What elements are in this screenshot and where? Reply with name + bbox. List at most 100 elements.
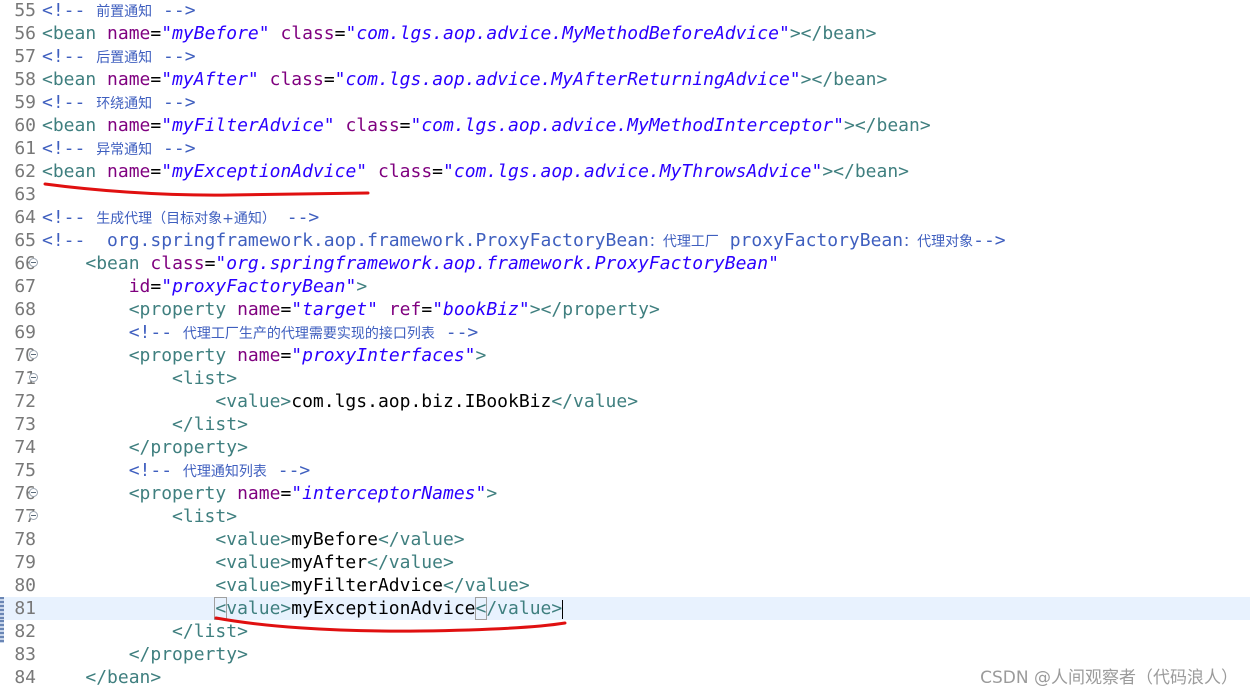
code-token: </value> — [442, 575, 530, 596]
code-token: <!-- — [42, 207, 97, 228]
code-token: <!-- — [42, 46, 97, 67]
code-line-56[interactable]: 56 <bean name="myBefore" class="com.lgs.a… — [0, 22, 1250, 45]
code-line-78[interactable]: 78 <value>myBefore</value> — [0, 528, 1250, 551]
code-token: </property> — [128, 437, 248, 458]
code-text: <value>myAfter</value> — [42, 551, 453, 574]
code-text: </list> — [42, 413, 248, 436]
line-number: 79 — [14, 552, 36, 573]
code-line-61[interactable]: 61 <!-- 异常通知 --> — [0, 137, 1250, 160]
code-line-58[interactable]: 58 <bean name="myAfter" class="com.lgs.ao… — [0, 68, 1250, 91]
code-line-81[interactable]: 81 <value>myExceptionAdvice</value> — [0, 597, 1250, 620]
code-token: 后置通知 — [96, 50, 153, 66]
code-line-73[interactable]: 73 </list> — [0, 413, 1250, 436]
code-line-66[interactable]: 66 <bean class="org.springframework.aop.… — [0, 252, 1250, 275]
code-line-70[interactable]: 70 <property name="proxyInterfaces"> — [0, 344, 1250, 367]
code-token: class — [280, 23, 335, 44]
code-line-82[interactable]: 82 </list> — [0, 620, 1250, 643]
line-number: 55 — [14, 0, 36, 21]
code-line-64[interactable]: 64 <!-- 生成代理（目标对象+通知） --> — [0, 206, 1250, 229]
code-token: 异常通知 — [96, 142, 153, 158]
fold-toggle-icon[interactable] — [29, 258, 38, 267]
line-number: 59 — [14, 92, 36, 113]
code-text: <property name="interceptorNames"> — [42, 482, 498, 505]
code-text: <!-- org.springframework.aop.framework.P… — [42, 229, 1006, 254]
code-token: name — [237, 299, 281, 320]
code-token: < — [474, 597, 488, 620]
code-token: = — [204, 253, 216, 274]
code-line-69[interactable]: 69 <!-- 代理工厂生产的代理需要实现的接口列表 --> — [0, 321, 1250, 344]
code-line-57[interactable]: 57 <!-- 后置通知 --> — [0, 45, 1250, 68]
code-token: "com.lgs.aop.advice.MyMethodBeforeAdvice… — [345, 23, 790, 44]
code-token: ：代理工厂 — [648, 234, 719, 250]
fold-toggle-icon[interactable] — [29, 373, 38, 382]
line-number: 69 — [14, 322, 36, 343]
code-text: <list> — [42, 367, 237, 390]
line-number: 83 — [14, 644, 36, 665]
code-text: <property name="target" ref="bookBiz"></… — [42, 298, 660, 321]
code-token: <bean — [42, 69, 108, 90]
code-token: <value> — [215, 552, 292, 573]
code-text: <bean name="myAfter" class="com.lgs.aop.… — [42, 68, 887, 91]
code-token: myFilterAdvice — [291, 575, 443, 596]
code-token: <!-- — [42, 0, 97, 21]
code-token: <value> — [215, 529, 292, 550]
code-token: "bookBiz" — [432, 299, 530, 320]
code-line-68[interactable]: 68 <property name="target" ref="bookBiz"… — [0, 298, 1250, 321]
code-token: 代理工厂生产的代理需要实现的接口列表 — [182, 326, 435, 342]
code-token: = — [150, 161, 162, 182]
code-token: </list> — [172, 621, 248, 642]
code-token: name — [107, 23, 151, 44]
code-text: id="proxyFactoryBean"> — [42, 275, 367, 298]
code-token: --> — [275, 207, 320, 228]
code-token: name — [237, 483, 281, 504]
code-token: <bean — [85, 253, 151, 274]
code-token: com.lgs.aop.biz.IBookBiz — [291, 391, 552, 412]
line-number: 81 — [14, 598, 36, 619]
code-token: --> — [434, 322, 479, 343]
code-token: < — [214, 597, 228, 620]
code-line-76[interactable]: 76 <property name="interceptorNames"> — [0, 482, 1250, 505]
code-token: class — [377, 161, 433, 182]
line-number: 78 — [14, 529, 36, 550]
code-text: <value>myBefore</value> — [42, 528, 464, 551]
code-line-62[interactable]: 62 <bean name="myExceptionAdvice" class="… — [0, 160, 1250, 183]
code-token: ：代理对象 — [903, 234, 974, 250]
code-line-60[interactable]: 60 <bean name="myFilterAdvice" class="com… — [0, 114, 1250, 137]
code-text: <!-- 前置通知 --> — [42, 0, 196, 24]
code-token: name — [107, 161, 151, 182]
xml-code-editor[interactable]: 55 <!-- 前置通知 --> 56 <bean name="myBefore" c… — [0, 0, 1250, 696]
code-line-77[interactable]: 77 <list> — [0, 505, 1250, 528]
code-line-65[interactable]: 65 <!-- org.springframework.aop.framework… — [0, 229, 1250, 252]
code-line-79[interactable]: 79 <value>myAfter</value> — [0, 551, 1250, 574]
code-line-74[interactable]: 74 </property> — [0, 436, 1250, 459]
code-token: = — [150, 115, 162, 136]
code-token: ></bean> — [789, 23, 877, 44]
code-line-72[interactable]: 72 <value>com.lgs.aop.biz.IBookBiz</valu… — [0, 390, 1250, 413]
code-text: <!-- 代理通知列表 --> — [42, 459, 311, 484]
code-token: = — [334, 23, 346, 44]
code-token: > — [356, 276, 368, 297]
fold-toggle-icon[interactable] — [29, 488, 38, 497]
code-line-71[interactable]: 71 <list> — [0, 367, 1250, 390]
code-token: class — [345, 115, 400, 136]
csdn-watermark: CSDN @人间观察者（代码浪人） — [980, 668, 1238, 688]
code-token: --> — [973, 230, 1006, 251]
code-token: <bean — [42, 161, 108, 182]
code-line-80[interactable]: 80 <value>myFilterAdvice</value> — [0, 574, 1250, 597]
code-token: "com.lgs.aop.advice.MyAfterReturningAdvi… — [334, 69, 801, 90]
code-text: <property name="proxyInterfaces"> — [42, 344, 487, 367]
fold-toggle-icon[interactable] — [29, 350, 38, 359]
code-line-55[interactable]: 55 <!-- 前置通知 --> — [0, 0, 1250, 22]
fold-toggle-icon[interactable] — [29, 511, 38, 520]
code-token: "proxyInterfaces" — [291, 345, 476, 366]
code-line-59[interactable]: 59 <!-- 环绕通知 --> — [0, 91, 1250, 114]
code-line-75[interactable]: 75 <!-- 代理通知列表 --> — [0, 459, 1250, 482]
code-token: <property — [128, 299, 238, 320]
code-line-67[interactable]: 67 id="proxyFactoryBean"> — [0, 275, 1250, 298]
line-number: 84 — [14, 667, 36, 688]
line-number: 80 — [14, 575, 36, 596]
code-line-63[interactable]: 63 — [0, 183, 1250, 206]
